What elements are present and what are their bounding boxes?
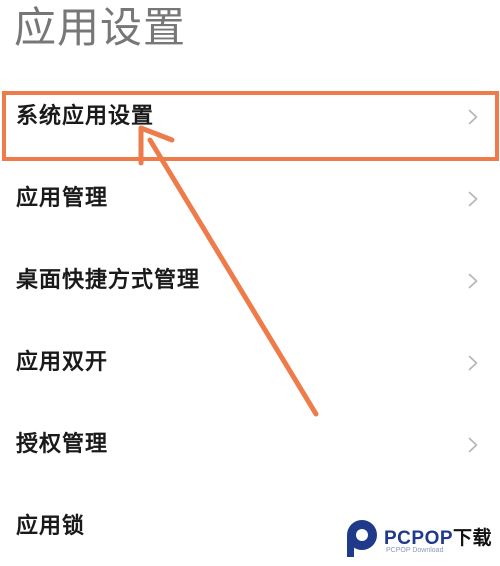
watermark-brand: PCPOP下载 <box>384 523 492 550</box>
list-item-label: 应用锁 <box>16 514 86 539</box>
list-item-system-app-settings[interactable]: 系统应用设置 <box>0 76 500 158</box>
list-item-label: 系统应用设置 <box>16 104 155 129</box>
list-item-label: 桌面快捷方式管理 <box>16 268 201 293</box>
app-settings-screen: 应用设置 系统应用设置 应用管理 桌面快捷方式管理 应用双开 授权管理 应用锁 … <box>0 0 500 566</box>
list-item-desktop-shortcut-management[interactable]: 桌面快捷方式管理 <box>0 240 500 322</box>
list-item-label: 授权管理 <box>16 432 109 457</box>
list-item-dual-apps[interactable]: 应用双开 <box>0 322 500 404</box>
list-item-label: 应用双开 <box>16 350 109 375</box>
page-title: 应用设置 <box>14 3 187 52</box>
chevron-right-icon <box>468 273 478 289</box>
list-item-app-management[interactable]: 应用管理 <box>0 158 500 240</box>
list-item-permission-management[interactable]: 授权管理 <box>0 404 500 486</box>
pcpop-logo-icon <box>347 520 377 557</box>
chevron-right-icon <box>468 191 478 207</box>
watermark-brand-cn: 下载 <box>453 528 493 549</box>
watermark-subtitle: PCPOP Download <box>386 547 444 554</box>
watermark: PCPOP下载 PCPOP Download <box>346 519 496 561</box>
chevron-right-icon <box>468 109 478 125</box>
list-item-label: 应用管理 <box>16 186 109 211</box>
watermark-brand-latin: PCPOP <box>384 528 454 549</box>
chevron-right-icon <box>468 355 478 371</box>
chevron-right-icon <box>468 437 478 453</box>
settings-list: 系统应用设置 应用管理 桌面快捷方式管理 应用双开 授权管理 应用锁 <box>0 76 500 566</box>
